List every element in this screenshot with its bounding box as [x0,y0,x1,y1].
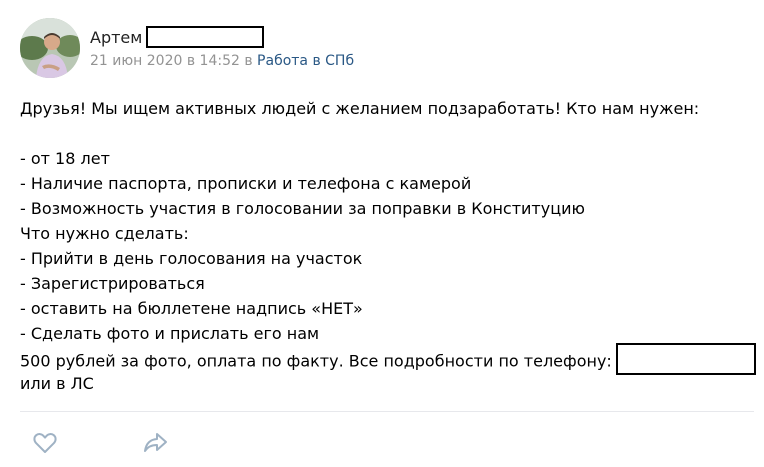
author-avatar[interactable] [20,18,80,78]
post-date[interactable]: 21 июн 2020 в 14:52 [90,53,240,69]
author-name[interactable]: Артем [90,28,142,48]
post-text: Друзья! Мы ищем активных людей с желание… [20,96,756,396]
post-text-line: - оставить на бюллетене надпись «НЕТ» [20,299,363,318]
avatar-photo [20,18,80,78]
post-text-line: Друзья! Мы ищем активных людей с желание… [20,99,700,118]
post-text-line: - Прийти в день голосования на участок [20,249,363,268]
phone-prompt-text: 500 рублей за фото, оплата по факту. Все… [20,351,612,371]
share-button[interactable] [141,428,171,458]
post-text-line: - от 18 лет [20,149,110,168]
post-text-line [20,121,755,146]
post-divider [20,411,754,412]
group-link[interactable]: Работа в СПб [257,53,354,69]
post-text-line: - Наличие паспорта, прописки и телефона … [20,174,472,193]
redaction-box-name [146,26,264,48]
redaction-box-phone [615,343,756,375]
post-card: Артем 21 июн 2020 в 14:52 в Работа в СПб… [0,0,764,467]
post-text-line: Что нужно сделать: [20,224,189,243]
post-meta: 21 июн 2020 в 14:52 в Работа в СПб [90,52,354,70]
post-text-line: - Зарегистрироваться [20,274,205,293]
meta-connector: в [239,53,258,69]
like-button[interactable] [30,428,60,458]
post-text-line-phone: 500 рублей за фото, оплата по факту. Все… [20,343,756,375]
post-text-line: - Возможность участия в голосовании за п… [20,199,585,218]
heart-outline-icon [33,433,57,453]
share-arrow-icon [144,433,167,452]
